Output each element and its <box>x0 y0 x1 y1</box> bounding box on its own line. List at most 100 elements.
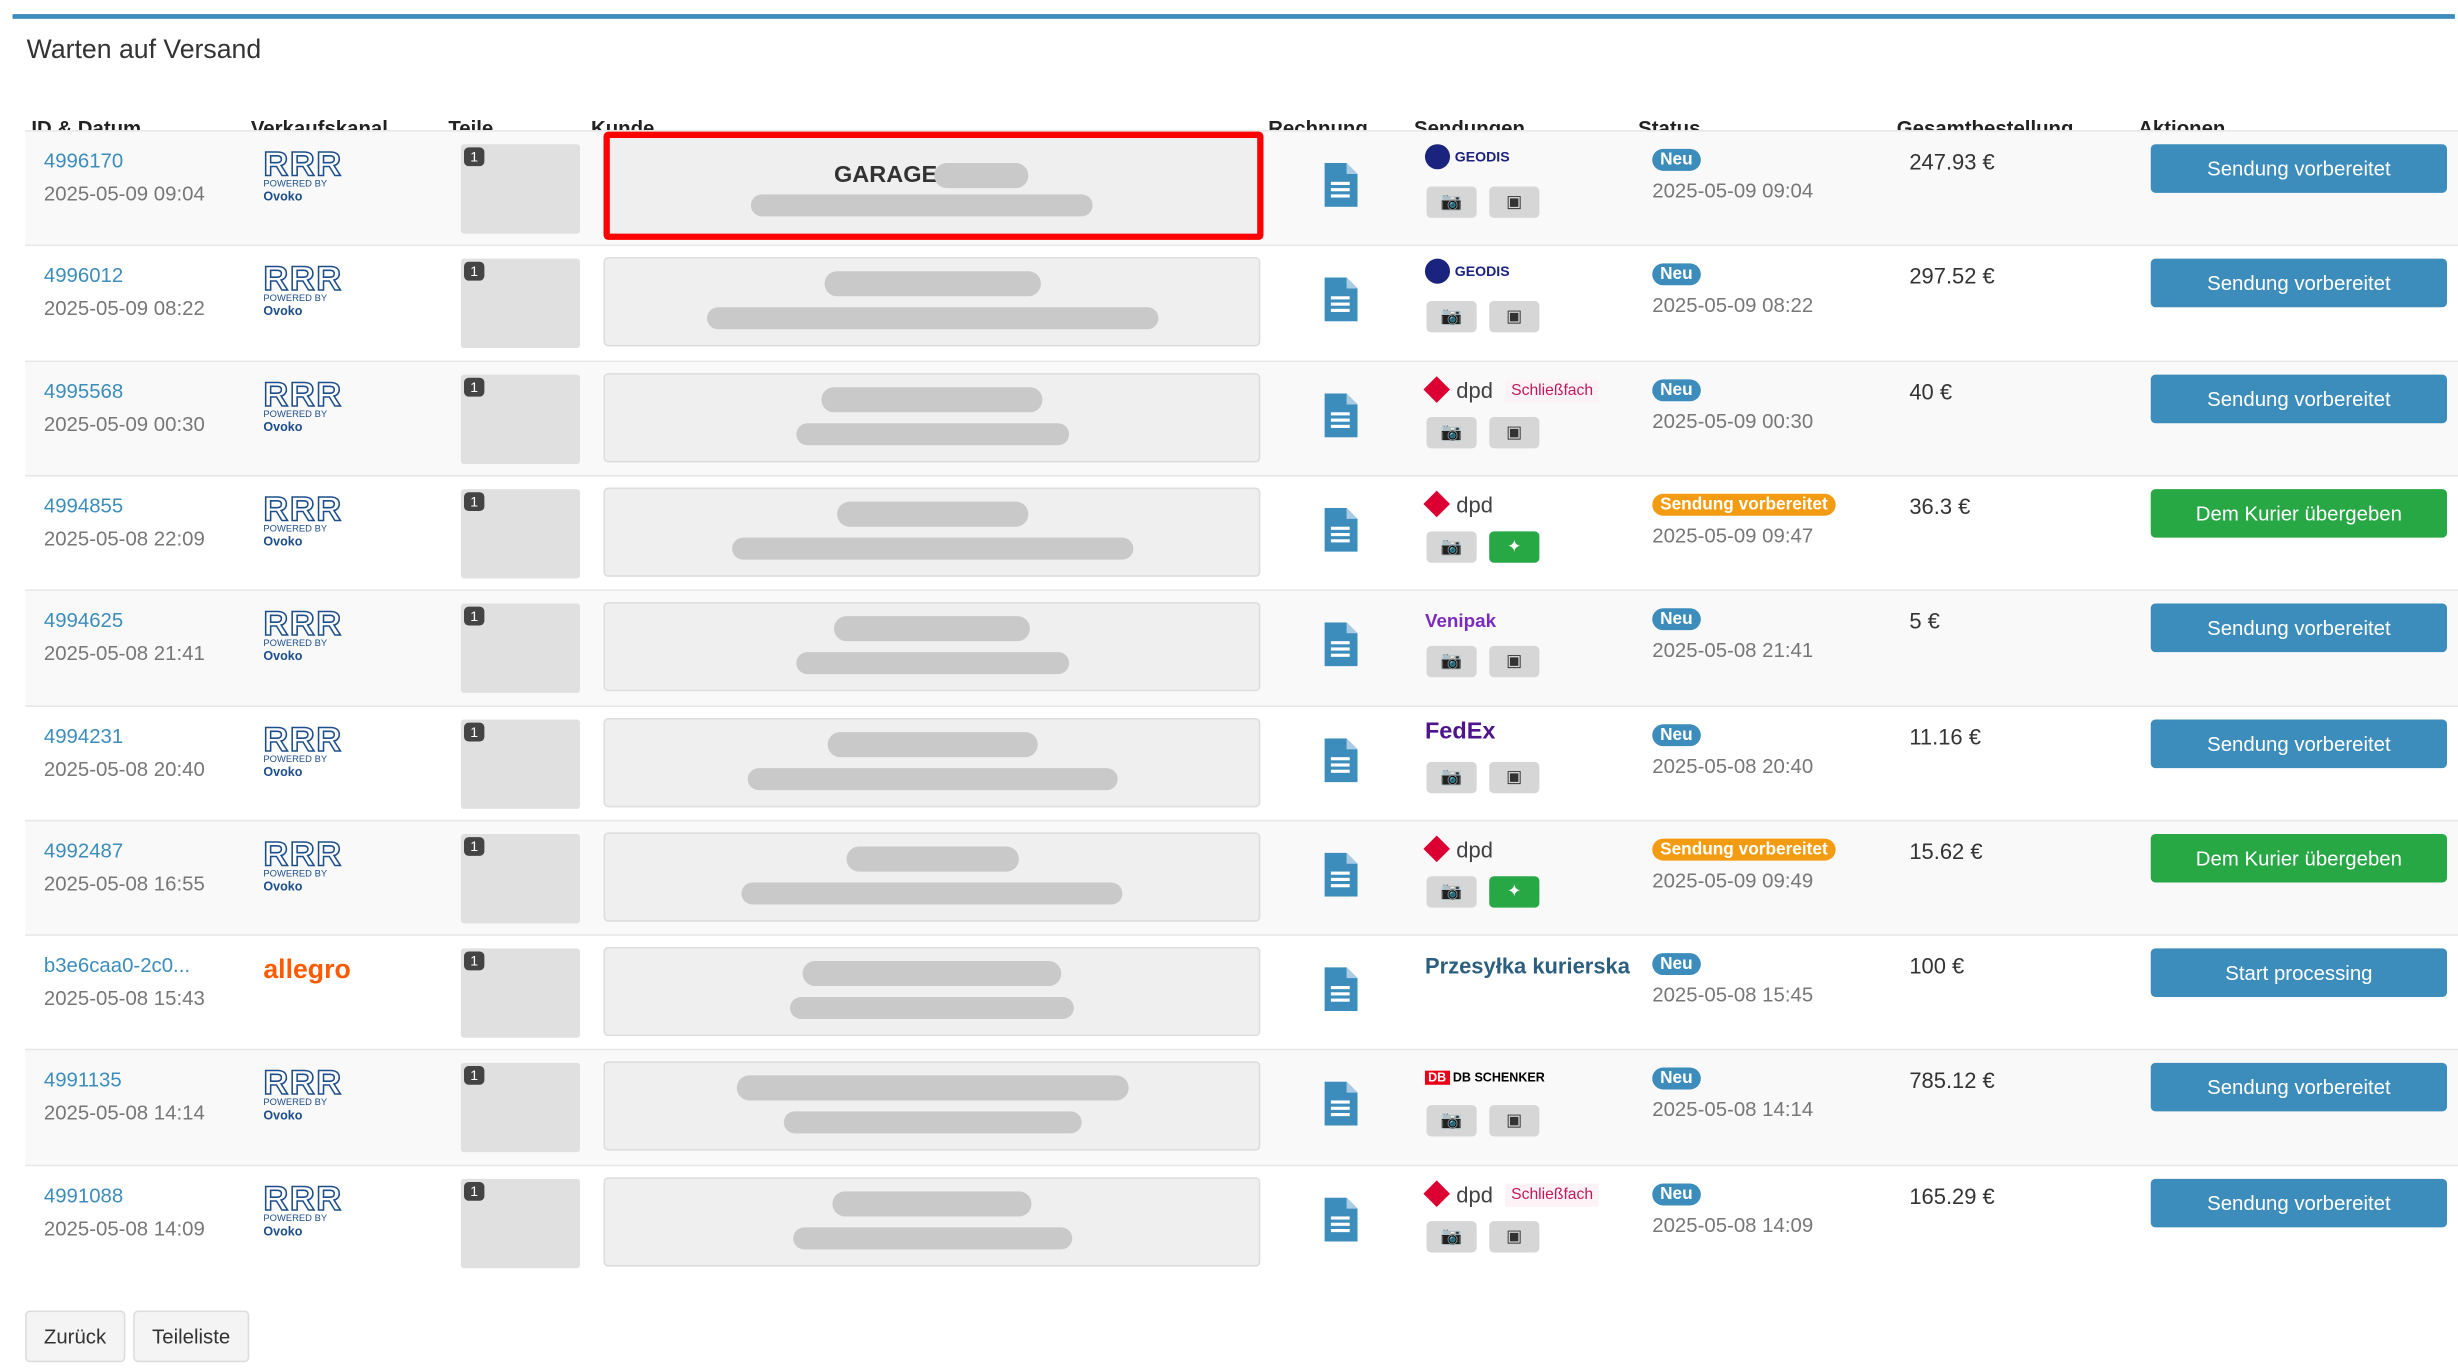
row-action-button[interactable]: Sendung vorbereitet <box>2150 1063 2448 1113</box>
photo-button[interactable]: 📷 <box>1426 416 1477 448</box>
channel-rrr-text: RRR <box>263 603 343 644</box>
invoice-document-icon[interactable] <box>1323 967 1358 1012</box>
photo-button[interactable]: 📷 <box>1426 186 1477 218</box>
customer-cell <box>603 1061 1261 1152</box>
status-date: 2025-05-09 09:47 <box>1652 523 1814 547</box>
order-id-link[interactable]: 4994625 <box>44 609 123 633</box>
redacted-text <box>821 386 1043 412</box>
part-thumbnail[interactable]: 1 <box>460 144 581 234</box>
row-action-button[interactable]: Sendung vorbereitet <box>2150 603 2448 653</box>
photo-button[interactable]: 📷 <box>1426 875 1477 908</box>
order-date: 2025-05-08 20:40 <box>43 756 205 780</box>
customer-cell <box>603 372 1261 462</box>
part-thumbnail[interactable]: 1 <box>460 1063 581 1153</box>
carrier-courier-label: Przesyłka kurierska <box>1424 953 1630 979</box>
box-icon: ▣ <box>1506 652 1523 672</box>
parcel-locker-tag: Schließfach <box>1504 1183 1600 1207</box>
table-row: 4994231 2025-05-08 20:40 RRR POWERED BY … <box>25 704 2458 821</box>
table-row: 4991135 2025-05-08 14:14 RRR POWERED BY … <box>25 1049 2458 1166</box>
row-action-button[interactable]: Sendung vorbereitet <box>2150 374 2448 423</box>
table-row: 4996012 2025-05-09 08:22 RRR POWERED BY … <box>25 245 2458 361</box>
invoice-document-icon[interactable] <box>1323 1082 1358 1127</box>
package-button[interactable]: ▣ <box>1489 646 1540 678</box>
label-button[interactable]: ✦ <box>1489 531 1540 563</box>
order-id-link[interactable]: 4991088 <box>44 1183 123 1207</box>
package-button[interactable]: ▣ <box>1489 761 1540 793</box>
part-thumbnail[interactable]: 1 <box>460 374 581 464</box>
row-action-button[interactable]: Sendung vorbereitet <box>2150 1178 2448 1227</box>
box-icon: ▣ <box>1506 1112 1523 1131</box>
package-button[interactable]: ▣ <box>1489 1105 1540 1138</box>
row-action-button[interactable]: Sendung vorbereitet <box>2150 144 2448 193</box>
part-thumbnail[interactable]: 1 <box>460 259 581 349</box>
part-thumbnail[interactable]: 1 <box>460 603 581 694</box>
row-action-button[interactable]: Dem Kurier übergeben <box>2150 488 2448 538</box>
order-id-link[interactable]: 4996170 <box>44 149 123 173</box>
invoice-document-icon[interactable] <box>1323 622 1358 667</box>
back-button[interactable]: Zurück <box>25 1310 125 1363</box>
order-id-link[interactable]: 4991135 <box>44 1068 122 1092</box>
package-button[interactable]: ▣ <box>1489 301 1540 333</box>
channel-allegro-logo: allegro <box>263 954 351 985</box>
part-thumbnail[interactable]: 1 <box>460 718 581 809</box>
status-badge: Neu <box>1652 263 1701 286</box>
part-thumbnail[interactable]: 1 <box>460 1178 581 1268</box>
box-icon: ▣ <box>1506 1226 1523 1246</box>
order-date: 2025-05-09 09:04 <box>43 181 205 206</box>
invoice-document-icon[interactable] <box>1323 852 1358 897</box>
redacted-text <box>795 652 1069 675</box>
photo-button[interactable]: 📷 <box>1426 1105 1477 1138</box>
part-thumbnail[interactable]: 1 <box>460 948 581 1038</box>
package-button[interactable]: ▣ <box>1489 416 1540 448</box>
order-id-link[interactable]: 4996012 <box>44 264 123 288</box>
row-action-button[interactable]: Dem Kurier übergeben <box>2150 833 2448 883</box>
photo-button[interactable]: 📷 <box>1426 646 1477 678</box>
channel-rrr-logo: RRR POWERED BY Ovoko <box>263 835 357 893</box>
photo-button[interactable]: 📷 <box>1426 301 1477 333</box>
channel-rrr-text: RRR <box>263 144 343 184</box>
order-date: 2025-05-08 14:14 <box>43 1101 205 1125</box>
invoice-document-icon[interactable] <box>1323 737 1358 782</box>
redacted-text <box>832 1190 1032 1216</box>
carrier-venipak-logo: Venipak <box>1424 610 1497 633</box>
order-id-link[interactable]: 4992487 <box>44 838 123 862</box>
part-qty-badge: 1 <box>464 951 485 971</box>
invoice-document-icon[interactable] <box>1323 1197 1358 1242</box>
customer-cell <box>603 487 1261 577</box>
redacted-text <box>845 846 1019 872</box>
camera-icon: 📷 <box>1440 422 1463 442</box>
invoice-document-icon[interactable] <box>1323 507 1358 552</box>
parts-list-button[interactable]: Teileliste <box>133 1310 250 1363</box>
table-row: 4994625 2025-05-08 21:41 RRR POWERED BY … <box>25 589 2458 706</box>
order-id-link[interactable]: b3e6caa0-2c0... <box>44 953 190 977</box>
invoice-document-icon[interactable] <box>1323 392 1358 437</box>
package-button[interactable]: ▣ <box>1489 186 1540 218</box>
package-button[interactable]: ▣ <box>1489 1220 1540 1253</box>
label-button[interactable]: ✦ <box>1489 875 1540 908</box>
tag-icon: ✦ <box>1507 537 1522 557</box>
redacted-text <box>802 961 1062 987</box>
channel-rrr-logo: RRR POWERED BY Ovoko <box>263 1065 357 1123</box>
part-qty-badge: 1 <box>464 721 485 741</box>
photo-button[interactable]: 📷 <box>1426 1220 1477 1253</box>
part-thumbnail[interactable]: 1 <box>460 488 581 579</box>
row-action-button[interactable]: Sendung vorbereitet <box>2150 718 2448 768</box>
order-id-link[interactable]: 4994855 <box>44 494 123 518</box>
invoice-document-icon[interactable] <box>1323 163 1358 207</box>
part-qty-badge: 1 <box>464 836 485 856</box>
channel-rrr-logo: RRR POWERED BY Ovoko <box>263 603 357 663</box>
photo-button[interactable]: 📷 <box>1426 761 1477 793</box>
channel-rrr-logo: RRR POWERED BY Ovoko <box>263 720 357 778</box>
table-row: 4996170 2025-05-09 09:04 RRR POWERED BY … <box>25 130 2458 247</box>
part-thumbnail[interactable]: 1 <box>460 833 581 923</box>
box-icon: ▣ <box>1506 307 1523 327</box>
photo-button[interactable]: 📷 <box>1426 531 1477 563</box>
row-action-button[interactable]: Sendung vorbereitet <box>2150 259 2448 308</box>
invoice-document-icon[interactable] <box>1323 277 1358 322</box>
order-total: 40 € <box>1909 378 1953 404</box>
order-id-link[interactable]: 4995568 <box>44 379 123 403</box>
redacted-text <box>731 537 1133 560</box>
status-date: 2025-05-08 20:40 <box>1652 753 1814 777</box>
order-id-link[interactable]: 4994231 <box>44 723 123 747</box>
row-action-button[interactable]: Start processing <box>2150 948 2448 998</box>
